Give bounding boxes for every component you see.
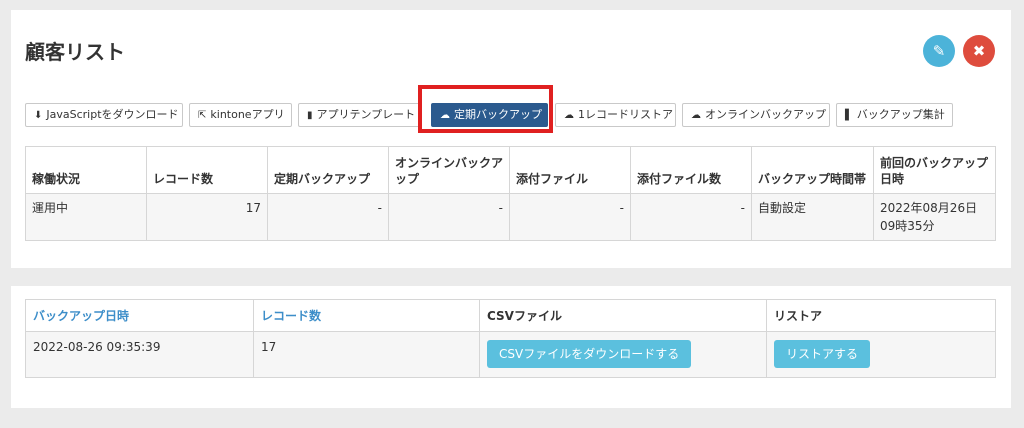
table-row: 2022-08-26 09:35:39 17 CSVファイルをダウンロードする …: [25, 331, 996, 378]
download-icon: ⬇: [34, 110, 43, 121]
column-header: リストア: [766, 299, 996, 332]
javascript-download-button[interactable]: ⬇ JavaScriptをダウンロード: [25, 103, 183, 127]
bar-chart-icon: ▌: [845, 110, 853, 121]
edit-button[interactable]: ✎: [923, 35, 955, 67]
table-cell: 自動設定: [751, 193, 874, 241]
table-cell: -: [267, 193, 389, 241]
column-header: 稼働状況: [25, 146, 147, 194]
column-header: オンラインバックアップ: [388, 146, 510, 194]
csv-download-button[interactable]: CSVファイルをダウンロードする: [487, 340, 692, 368]
table-cell: 2022年08月26日09時35分: [873, 193, 996, 241]
online-backup-label: オンラインバックアップ: [705, 108, 826, 121]
highlight-box: [418, 85, 553, 133]
one-record-restore-label: 1レコードリストア: [578, 108, 673, 121]
column-header: 定期バックアップ: [267, 146, 389, 194]
file-icon: ▮: [307, 110, 313, 121]
external-link-icon: ⇱: [198, 110, 207, 121]
backup-summary-button[interactable]: ▌ バックアップ集計: [836, 103, 953, 127]
backup-datetime-cell: 2022-08-26 09:35:39: [25, 331, 254, 378]
column-header: バックアップ時間帯: [751, 146, 874, 194]
cloud-icon: ☁: [691, 110, 701, 121]
column-header: 前回のバックアップ日時: [873, 146, 996, 194]
backup-summary-label: バックアップ集計: [856, 108, 945, 121]
cloud-icon: ☁: [564, 110, 574, 121]
app-template-button[interactable]: ▮ アプリテンプレート: [298, 103, 422, 127]
javascript-download-label: JavaScriptをダウンロード: [46, 108, 179, 121]
pencil-icon: ✎: [932, 42, 946, 60]
column-header: 添付ファイル数: [630, 146, 752, 194]
backup-list-panel: バックアップ日時 レコード数 CSVファイル リストア 2022-08-26 0…: [11, 286, 1011, 408]
table-cell: -: [509, 193, 631, 241]
restore-cell: リストアする: [766, 331, 996, 378]
restore-button[interactable]: リストアする: [774, 340, 871, 368]
backup-table: バックアップ日時 レコード数 CSVファイル リストア 2022-08-26 0…: [25, 299, 996, 378]
page-title: 顧客リスト: [25, 40, 125, 64]
table-cell: 運用中: [25, 193, 147, 241]
table-cell: -: [630, 193, 752, 241]
sort-header-backup-datetime[interactable]: バックアップ日時: [25, 299, 254, 332]
column-header: CSVファイル: [479, 299, 767, 332]
kintone-app-label: kintoneアプリ: [210, 108, 285, 121]
table-header-row: バックアップ日時 レコード数 CSVファイル リストア: [25, 299, 996, 332]
sort-header-record-count[interactable]: レコード数: [253, 299, 480, 332]
online-backup-button[interactable]: ☁ オンラインバックアップ: [682, 103, 830, 127]
app-summary-panel: 顧客リスト ✎ ✖ ⬇ JavaScriptをダウンロード ⇱ kintoneアプリ…: [11, 10, 1011, 268]
table-header-row: 稼働状況 レコード数 定期バックアップ オンラインバックアップ 添付ファイル 添…: [25, 146, 996, 194]
csv-cell: CSVファイルをダウンロードする: [479, 331, 767, 378]
close-button[interactable]: ✖: [963, 35, 995, 67]
app-template-label: アプリテンプレート: [316, 108, 416, 121]
table-cell: -: [388, 193, 510, 241]
kintone-app-button[interactable]: ⇱ kintoneアプリ: [189, 103, 292, 127]
one-record-restore-button[interactable]: ☁ 1レコードリストア: [555, 103, 676, 127]
close-icon: ✖: [972, 42, 986, 60]
record-count-cell: 17: [253, 331, 480, 378]
column-header: レコード数: [146, 146, 268, 194]
status-table: 稼働状況 レコード数 定期バックアップ オンラインバックアップ 添付ファイル 添…: [25, 146, 996, 241]
table-cell: 17: [146, 193, 268, 241]
table-row: 運用中 17 - - - - 自動設定 2022年08月26日09時35分: [25, 193, 996, 241]
column-header: 添付ファイル: [509, 146, 631, 194]
